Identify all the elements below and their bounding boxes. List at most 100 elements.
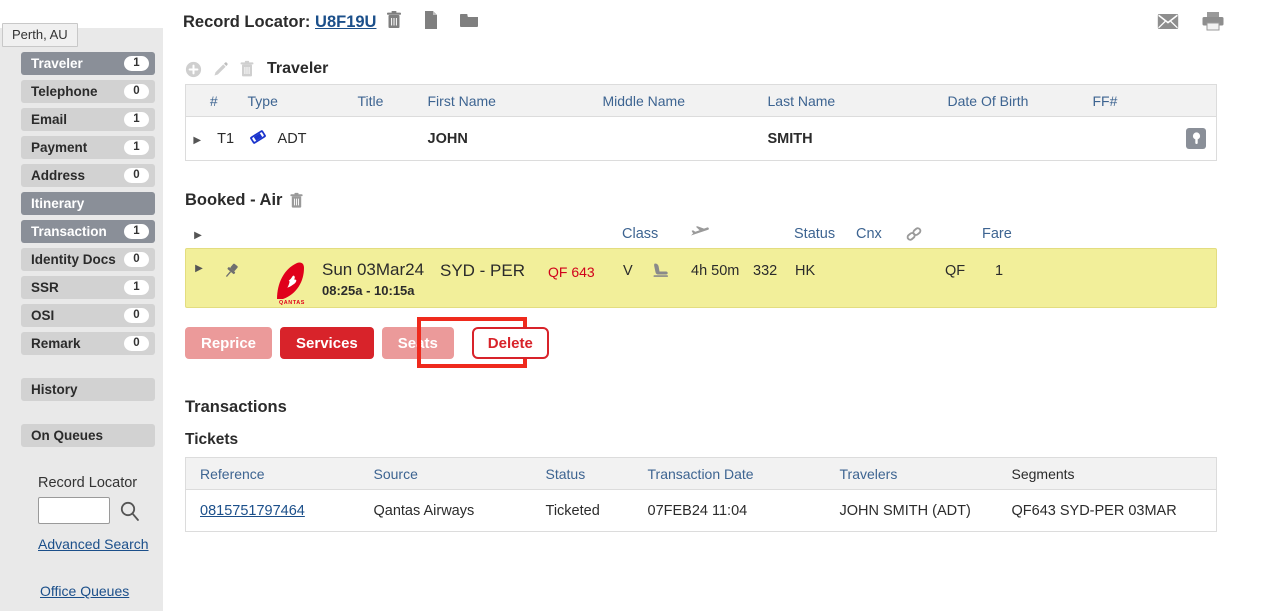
sidebar-item-label: Email: [31, 112, 68, 127]
col-last-name[interactable]: Last Name: [761, 84, 942, 117]
segment-fare-carrier: QF: [945, 263, 966, 279]
sidebar-item-badge: 0: [124, 84, 149, 99]
air-header-fare[interactable]: Fare: [982, 226, 1042, 242]
col-source[interactable]: Source: [367, 457, 540, 490]
sidebar-item-identity-docs[interactable]: Identity Docs 0: [21, 248, 155, 271]
sidebar-item-label: Payment: [31, 140, 88, 155]
tickets-table-body: 0815751797464 Qantas Airways Ticketed 07…: [185, 489, 1217, 532]
traveler-first-name: JOHN: [421, 116, 597, 161]
air-header-cnx[interactable]: Cnx: [856, 226, 898, 242]
traveler-title: [351, 116, 422, 161]
add-icon[interactable]: [185, 61, 202, 78]
sidebar-item-badge: 0: [124, 308, 149, 323]
traveler-middle-name: [596, 116, 762, 161]
reprice-button[interactable]: Reprice: [185, 327, 273, 359]
col-title[interactable]: Title: [351, 84, 422, 117]
segment-duration: 4h 50m: [691, 263, 740, 279]
pin-icon[interactable]: [212, 261, 250, 281]
col-dob[interactable]: Date Of Birth: [941, 84, 1087, 117]
sidebar-item-email[interactable]: Email 1: [21, 108, 155, 131]
sidebar-item-badge: 1: [124, 140, 149, 155]
col-type[interactable]: Type: [241, 84, 352, 117]
chevron-right-icon[interactable]: ▶: [194, 230, 202, 241]
email-icon[interactable]: [1157, 13, 1179, 30]
record-locator-value[interactable]: U8F19U: [315, 13, 376, 31]
sidebar-item-label: On Queues: [31, 428, 104, 443]
seat-icon[interactable]: [651, 261, 691, 279]
tickets-header-row: Reference Source Status Transaction Date…: [185, 457, 1217, 490]
document-icon[interactable]: [423, 10, 439, 30]
tickets-title: Tickets: [185, 431, 239, 448]
traveler-header-row: # Type Title First Name Middle Name Last…: [185, 84, 1217, 117]
sidebar-item-ssr[interactable]: SSR 1: [21, 276, 155, 299]
traveler-type: ADT: [277, 130, 307, 147]
traveler-table-head: # Type Title First Name Middle Name Last…: [185, 84, 1217, 117]
col-segments[interactable]: Segments: [1005, 457, 1217, 490]
sidebar-item-history[interactable]: History: [21, 378, 155, 401]
app-root: Perth, AU Traveler 1 Telephone 0 Email 1…: [0, 0, 1280, 611]
sidebar-item-payment[interactable]: Payment 1: [21, 136, 155, 159]
col-first-name[interactable]: First Name: [421, 84, 597, 117]
edit-icon[interactable]: [212, 61, 229, 78]
record-locator-search-row: [38, 497, 163, 524]
segment-status: HK: [795, 263, 816, 279]
ticket-reference-link[interactable]: 0815751797464: [200, 503, 305, 519]
services-button[interactable]: Services: [280, 327, 374, 359]
flight-segment-row[interactable]: ▶ QANTAS Sun 03Mar24 08:25a - 10:15a SYD…: [185, 248, 1217, 308]
col-travelers[interactable]: Travelers: [833, 457, 1006, 490]
traveler-ff-cell: [1086, 116, 1217, 161]
sidebar-item-label: Identity Docs: [31, 252, 116, 267]
col-transaction-date[interactable]: Transaction Date: [641, 457, 834, 490]
chevron-right-icon[interactable]: ▶: [193, 135, 201, 146]
col-ff[interactable]: FF#: [1086, 84, 1217, 117]
col-reference[interactable]: Reference: [185, 457, 368, 490]
office-queues-link[interactable]: Office Queues: [40, 583, 163, 599]
link-icon[interactable]: [898, 225, 982, 243]
advanced-search-link[interactable]: Advanced Search: [38, 536, 163, 552]
air-header-class[interactable]: Class: [622, 226, 690, 242]
booked-air-trash-icon[interactable]: [289, 192, 304, 209]
air-header-status[interactable]: Status: [794, 226, 856, 242]
sidebar-item-on-queues[interactable]: On Queues: [21, 424, 155, 447]
record-locator-input[interactable]: [38, 497, 110, 524]
profile-key-icon[interactable]: [1186, 127, 1206, 149]
sidebar-item-itinerary[interactable]: Itinerary: [21, 192, 155, 215]
trash-icon[interactable]: [385, 10, 403, 30]
ticket-icon[interactable]: [248, 128, 268, 150]
search-icon[interactable]: [119, 500, 141, 522]
delete-button[interactable]: Delete: [471, 327, 549, 359]
print-icon[interactable]: [1201, 11, 1225, 31]
ticket-transaction-date: 07FEB24 11:04: [641, 489, 834, 532]
air-header-expander[interactable]: ▶: [185, 228, 211, 241]
col-middle-name[interactable]: Middle Name: [596, 84, 762, 117]
record-locator-search: Record Locator Advanced Search Office Qu…: [38, 475, 163, 599]
table-row[interactable]: 0815751797464 Qantas Airways Ticketed 07…: [185, 489, 1217, 532]
folder-icon[interactable]: [459, 11, 479, 29]
traveler-number: T1: [217, 130, 235, 147]
sidebar-item-osi[interactable]: OSI 0: [21, 304, 155, 327]
segment-equipment: 332: [753, 263, 778, 279]
sidebar-item-label: History: [31, 382, 78, 397]
booked-air-header: Booked - Air: [185, 191, 1280, 210]
table-row[interactable]: ▶ T1 ADT JOHN SMITH: [185, 116, 1217, 161]
sidebar-item-address[interactable]: Address 0: [21, 164, 155, 187]
sidebar-item-telephone[interactable]: Telephone 0: [21, 80, 155, 103]
record-topbar: Record Locator: U8F19U: [163, 0, 1280, 48]
sidebar-item-badge: 0: [124, 252, 149, 267]
traveler-table-body: ▶ T1 ADT JOHN SMITH: [185, 116, 1217, 161]
chevron-right-icon[interactable]: ▶: [195, 263, 203, 274]
col-num[interactable]: #: [185, 84, 242, 117]
main-content: Record Locator: U8F19U Traveler # Type T…: [163, 0, 1280, 611]
seats-button[interactable]: Seats: [381, 327, 454, 359]
segment-fare-number: 1: [995, 263, 1004, 279]
booked-air-table: ▶ Class Status Cnx Fare ▶ QANTAS Sun 03M…: [185, 220, 1217, 308]
col-status[interactable]: Status: [539, 457, 642, 490]
sidebar-item-label: SSR: [31, 280, 59, 295]
sidebar-item-remark[interactable]: Remark 0: [21, 332, 155, 355]
row-expander-cell: ▶ T1: [185, 116, 242, 161]
segment-expander[interactable]: ▶: [186, 261, 212, 274]
delete-icon[interactable]: [239, 60, 255, 78]
sidebar-item-traveler[interactable]: Traveler 1: [21, 52, 155, 75]
sidebar-item-badge: 1: [124, 56, 149, 71]
sidebar-item-transaction[interactable]: Transaction 1: [21, 220, 155, 243]
